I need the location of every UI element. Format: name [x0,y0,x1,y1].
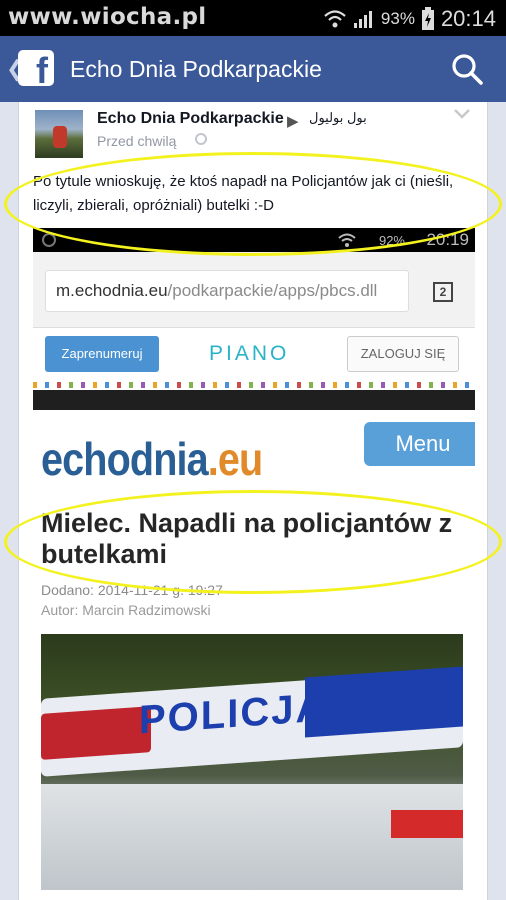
screenshot-clock: 20:19 [426,230,469,249]
logo-tld: .eu [207,433,263,485]
url-field: m.echodnia.eu/podkarpackie/apps/pbcs.dll [45,270,409,312]
screenshot-settings-icon [42,233,56,247]
post-card: Echo Dnia Podkarpackie ▶ بول بوليول Prze… [18,102,488,900]
red-light-shape [41,706,151,760]
signal-icon [353,11,372,28]
share-arrow-icon: ▶ [287,113,299,130]
article-author: Autor: Marcin Radzimowski [41,602,211,618]
url-domain: m.echodnia.eu [56,281,168,300]
echodnia-logo: echodnia.eu [41,432,263,486]
tab-count-icon: 2 [433,282,453,302]
login-button: ZALOGUJ SIĘ [347,336,459,372]
article-headline: Mielec. Napadli na policjantów z butelka… [41,508,453,569]
page-title: Echo Dnia Podkarpackie [70,56,322,82]
post-text: Po tytule wnioskuję, że ktoś napadł na P… [33,173,454,214]
screenshot-status-bar: 92% 20:19 [33,228,475,252]
piano-logo: PIANO [209,342,290,365]
wifi-icon [324,10,346,28]
page-avatar[interactable] [35,110,83,158]
article-date: Dodano: 2014-11-21 g. 19:27 [41,582,223,598]
search-icon[interactable] [450,52,484,86]
browser-url-bar: m.echodnia.eu/podkarpackie/apps/pbcs.dll… [33,252,475,328]
watermark: www.wiocha.pl [8,4,207,30]
post-author-name[interactable]: Echo Dnia Podkarpackie [97,110,284,128]
status-icons: 93% 20:14 [323,6,496,32]
subscribe-button: Zaprenumeruj [45,336,159,372]
status-bar: www.wiocha.pl 93% 20:14 [0,0,506,36]
facebook-toolbar: ❮ f Echo Dnia Podkarpackie [0,36,506,102]
color-dots-divider [33,382,475,388]
clock: 20:14 [440,6,496,31]
police-car-photo: POLICJA [41,634,463,890]
menu-button: Menu [364,422,475,466]
battery-percent: 93% [380,9,415,28]
post-timestamp[interactable]: Przed chwilą [97,133,176,149]
screenshot-battery-percent: 92% [378,233,405,248]
car-stripe-shape [391,810,463,838]
facebook-logo-letter: f [36,50,48,91]
chevron-down-icon[interactable] [453,108,471,120]
dark-divider [33,390,475,410]
screenshot-wifi-icon [338,233,356,247]
url-path: /podkarpackie/apps/pbcs.dll [167,281,378,300]
battery-charging-icon [421,7,434,30]
shared-screenshot[interactable]: 92% 20:19 m.echodnia.eu/podkarpackie/app… [33,228,475,890]
logo-main: echodnia [41,433,209,485]
blue-light-shape [305,666,463,738]
globe-icon [195,133,207,145]
post-target-name[interactable]: بول بوليول [309,110,367,126]
article-page: echodnia.eu Menu Mielec. Napadli na poli… [33,410,475,890]
facebook-logo-icon[interactable]: f [18,50,54,91]
